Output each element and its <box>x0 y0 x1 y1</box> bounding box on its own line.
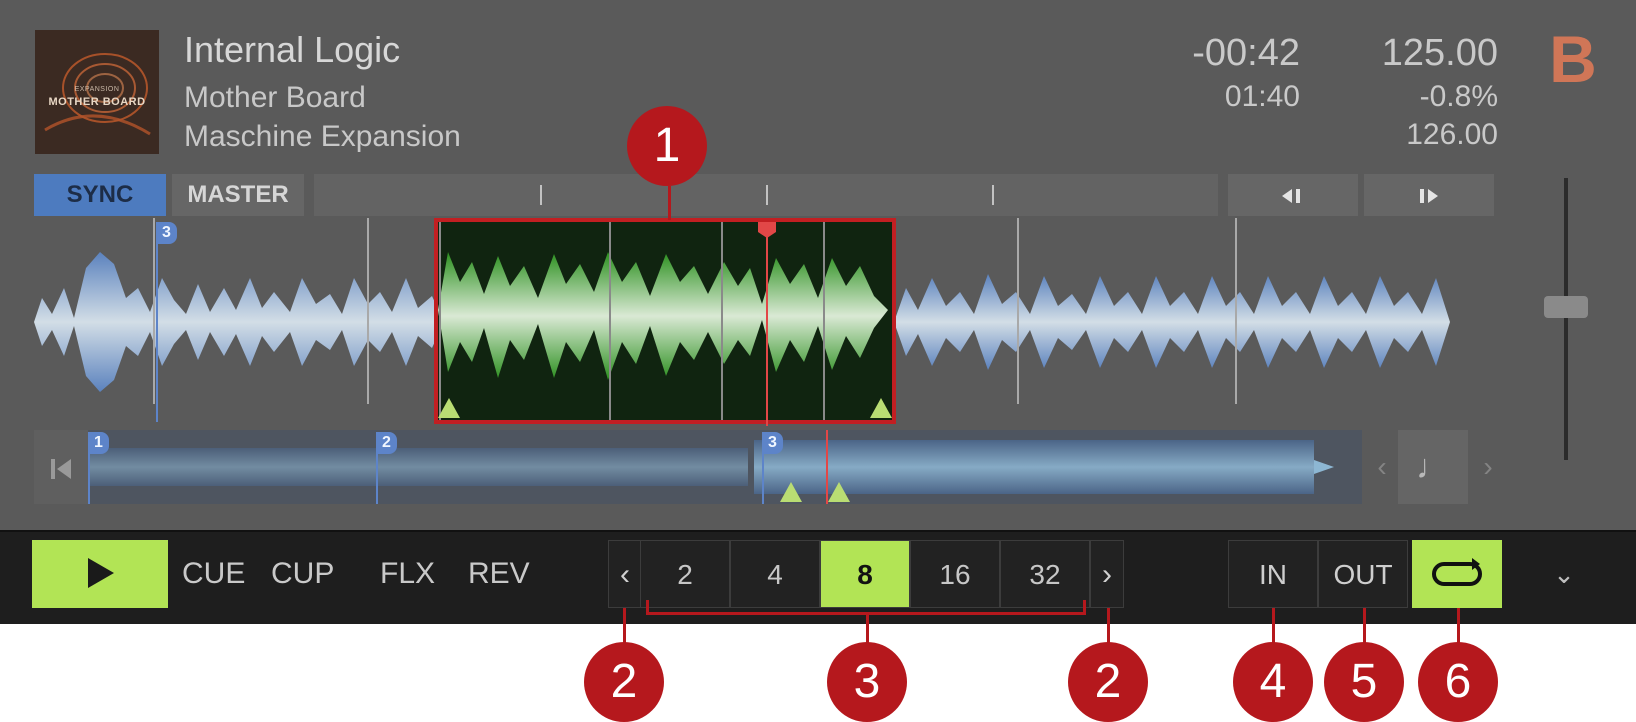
loop-in-button[interactable]: IN <box>1228 540 1318 608</box>
deck-letter: B <box>1549 22 1597 96</box>
flux-button[interactable]: FLX <box>380 540 435 608</box>
chevron-right-icon: › <box>1102 558 1112 591</box>
tempo-fader[interactable] <box>1538 178 1594 460</box>
loop-size-32[interactable]: 32 <box>1000 540 1090 608</box>
cue-line <box>156 226 158 422</box>
chevron-down-icon[interactable]: ⌄ <box>1544 540 1584 608</box>
overview-cue-1[interactable]: 1 <box>88 432 109 454</box>
playhead <box>766 226 768 426</box>
nudge-forward-icon <box>1420 189 1438 204</box>
callout-6: 6 <box>1418 642 1498 722</box>
callout-1: 1 <box>627 106 707 186</box>
master-button[interactable]: MASTER <box>172 174 304 216</box>
cue-flag-3[interactable]: 3 <box>156 222 177 244</box>
playhead-marker-icon <box>758 222 776 238</box>
overview-cue-3[interactable]: 3 <box>762 432 783 454</box>
loop-in-marker <box>438 398 460 418</box>
loop-active-button[interactable] <box>1412 540 1502 608</box>
cue-button[interactable]: CUE <box>182 540 245 608</box>
album-artwork: EXPANSION MOTHER BOARD <box>35 30 159 154</box>
callout-bracket <box>646 600 649 615</box>
chevron-left-icon: ‹ <box>620 558 630 591</box>
play-icon <box>88 558 114 588</box>
jump-to-start-button[interactable] <box>34 430 88 504</box>
callout-4: 4 <box>1233 642 1313 722</box>
loop-out-button[interactable]: OUT <box>1318 540 1408 608</box>
overview-loop-out-marker <box>828 482 850 502</box>
loop-size-2[interactable]: 2 <box>640 540 730 608</box>
time-remaining: -00:42 <box>1192 32 1300 74</box>
callout-2-left: 2 <box>584 642 664 722</box>
track-album: Maschine Expansion <box>184 120 461 153</box>
skip-start-icon <box>51 458 71 479</box>
loop-size-previous-button[interactable]: ‹ <box>608 540 642 608</box>
overview-loop-in-marker <box>780 482 802 502</box>
reverse-button[interactable]: REV <box>468 540 530 608</box>
nudge-back-button[interactable] <box>1228 174 1358 216</box>
beat-tick <box>540 185 542 205</box>
beat-tick <box>766 185 768 205</box>
fader-rail <box>1564 178 1568 460</box>
beat-position-bar <box>314 174 1218 216</box>
loop-size-4[interactable]: 4 <box>730 540 820 608</box>
tempo-bpm: 125.00 <box>1381 32 1498 74</box>
original-bpm: 126.00 <box>1406 118 1498 151</box>
track-artist: Mother Board <box>184 81 366 114</box>
nudge-back-icon <box>1282 189 1300 204</box>
loop-icon <box>1432 558 1482 586</box>
pitch-percent: -0.8% <box>1419 80 1498 113</box>
music-note-icon[interactable]: ♩ <box>1398 430 1468 504</box>
callout-5: 5 <box>1324 642 1404 722</box>
next-arrow-icon[interactable]: › <box>1474 430 1502 504</box>
play-button[interactable] <box>32 540 168 608</box>
loop-size-8[interactable]: 8 <box>820 540 910 608</box>
sync-button[interactable]: SYNC <box>34 174 166 216</box>
beat-tick <box>992 185 994 205</box>
loop-out-marker <box>870 398 892 418</box>
loop-size-16[interactable]: 16 <box>910 540 1000 608</box>
nudge-forward-button[interactable] <box>1364 174 1494 216</box>
overview-cue-2[interactable]: 2 <box>376 432 397 454</box>
time-elapsed: 01:40 <box>1224 80 1300 113</box>
callout-leader <box>668 186 671 220</box>
loop-size-next-button[interactable]: › <box>1090 540 1124 608</box>
previous-arrow-icon[interactable]: ‹ <box>1368 430 1396 504</box>
callout-bracket <box>1083 600 1086 615</box>
track-title: Internal Logic <box>184 29 401 70</box>
callout-3: 3 <box>827 642 907 722</box>
fader-handle[interactable] <box>1544 296 1588 318</box>
loop-region <box>434 218 896 424</box>
callout-2-right: 2 <box>1068 642 1148 722</box>
track-overview[interactable] <box>34 430 1362 504</box>
cup-button[interactable]: CUP <box>271 540 334 608</box>
